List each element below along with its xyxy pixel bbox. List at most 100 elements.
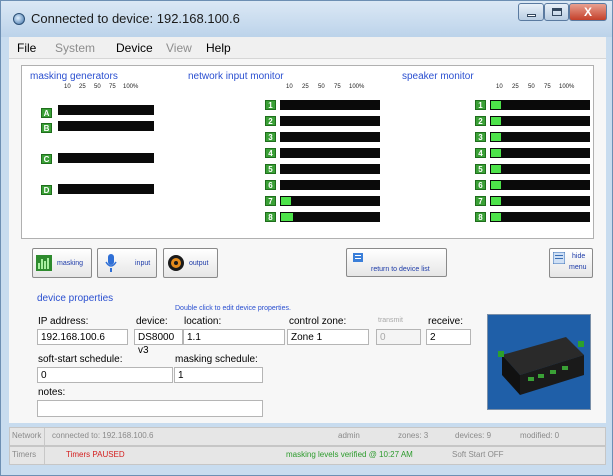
network-channel-label: 2	[265, 116, 276, 126]
hide-menu-icon	[553, 252, 565, 264]
scale-25: 25	[512, 84, 519, 90]
scale-50: 50	[94, 84, 101, 90]
scale-50: 50	[528, 84, 535, 90]
meter-fill	[491, 165, 501, 173]
scale-10: 10	[496, 84, 503, 90]
microphone-icon	[105, 254, 117, 272]
network-scale: 10 25 50 75 100%	[286, 84, 364, 90]
notes-field[interactable]	[37, 400, 263, 417]
maximize-button[interactable]	[544, 3, 569, 21]
device-image	[487, 314, 591, 410]
return-to-device-list-button[interactable]: return to device list	[346, 248, 447, 277]
masking-bars-icon	[36, 255, 52, 271]
control-zone-field[interactable]: Zone 1	[287, 329, 369, 345]
input-button[interactable]: input	[97, 248, 157, 278]
close-button[interactable]: X	[569, 3, 607, 21]
monitor-panel: masking generators network input monitor…	[21, 65, 594, 239]
speaker-channel-label: 8	[475, 212, 486, 222]
menu-label: menu	[569, 264, 587, 271]
receive-label: receive:	[428, 316, 464, 327]
scale-100: 100%	[559, 84, 575, 90]
scale-75: 75	[544, 84, 551, 90]
speaker-channel-label: 1	[475, 100, 486, 110]
masking-meter-d	[58, 184, 154, 194]
maximize-icon	[552, 8, 562, 16]
scale-50: 50	[318, 84, 325, 90]
ip-address-label: IP address:	[38, 316, 89, 327]
menu-system[interactable]: System	[55, 41, 95, 55]
meter-fill	[281, 213, 293, 221]
masking-schedule-label: masking schedule:	[175, 354, 258, 365]
hide-menu-button[interactable]: hide menu	[549, 248, 593, 278]
device-list-icon	[353, 253, 363, 262]
network-channel-label: 4	[265, 148, 276, 158]
masking-button[interactable]: masking	[32, 248, 92, 278]
menu-help[interactable]: Help	[206, 41, 231, 55]
speaker-meter	[490, 148, 590, 158]
scale-100: 100%	[349, 84, 365, 90]
network-meter	[280, 196, 380, 206]
timers-status-label: Timers	[12, 450, 37, 459]
meter-fill	[491, 213, 501, 221]
masking-scale: 10 25 50 75 100%	[64, 84, 138, 90]
network-meter	[280, 148, 380, 158]
scale-10: 10	[64, 84, 71, 90]
network-channel-label: 6	[265, 180, 276, 190]
timers-paused-status: Timers PAUSED	[66, 450, 125, 459]
speaker-meter	[490, 116, 590, 126]
window-title: Connected to device: 192.168.100.6	[31, 11, 240, 26]
menu-view[interactable]: View	[166, 41, 192, 55]
masking-generators-title: masking generators	[30, 71, 118, 82]
speaker-scale: 10 25 50 75 100%	[496, 84, 574, 90]
transmit-label: transmit	[378, 317, 403, 324]
device-properties-title: device properties	[37, 293, 114, 304]
location-field[interactable]: 1.1	[183, 329, 285, 345]
speaker-meter	[490, 132, 590, 142]
notes-label: notes:	[38, 387, 66, 398]
meter-fill	[491, 101, 501, 109]
device-hardware-image	[488, 315, 590, 409]
scale-25: 25	[79, 84, 86, 90]
app-icon	[13, 13, 25, 25]
speaker-channel-label: 6	[475, 180, 486, 190]
title-bar[interactable]: Connected to device: 192.168.100.6 X	[1, 1, 612, 37]
speaker-icon	[168, 255, 184, 271]
device-field[interactable]: DS8000 v3	[134, 329, 183, 356]
minimize-icon	[527, 14, 536, 17]
transmit-field[interactable]: 0	[376, 329, 421, 345]
devices-status: devices: 9	[455, 431, 492, 440]
masking-channel-label: B	[41, 123, 52, 133]
soft-start-schedule-field[interactable]: 0	[37, 367, 173, 383]
masking-channel-label: D	[41, 185, 52, 195]
connected-status: connected to: 192.168.100.6	[52, 431, 154, 440]
masking-channel-label: A	[41, 108, 52, 118]
speaker-channel-label: 2	[475, 116, 486, 126]
edit-hint: Double click to edit device properties.	[175, 305, 291, 312]
device-label: device:	[136, 316, 168, 327]
output-button[interactable]: output	[163, 248, 218, 278]
speaker-channel-label: 4	[475, 148, 486, 158]
speaker-meter	[490, 180, 590, 190]
masking-schedule-field[interactable]: 1	[174, 367, 263, 383]
network-status-label: Network	[12, 431, 42, 440]
hide-label: hide	[572, 253, 586, 260]
meter-fill	[491, 117, 501, 125]
main-panel: masking generators network input monitor…	[9, 59, 606, 423]
app-window: Connected to device: 192.168.100.6 X Fil…	[0, 0, 613, 476]
masking-meter-a	[58, 105, 154, 115]
zones-status: zones: 3	[398, 431, 429, 440]
scale-100: 100%	[123, 84, 139, 90]
menu-device[interactable]: Device	[116, 41, 153, 55]
menu-file[interactable]: File	[17, 41, 36, 55]
speaker-channel-label: 5	[475, 164, 486, 174]
return-button-label: return to device list	[371, 266, 430, 273]
ip-address-field[interactable]: 192.168.100.6	[37, 329, 128, 345]
minimize-button[interactable]	[518, 3, 544, 21]
receive-field[interactable]: 2	[426, 329, 471, 345]
modified-status: modified: 0	[520, 431, 560, 440]
scale-25: 25	[302, 84, 309, 90]
menu-bar: File System Device View Help	[9, 37, 606, 59]
network-channel-label: 5	[265, 164, 276, 174]
scale-10: 10	[286, 84, 293, 90]
scale-75: 75	[109, 84, 116, 90]
